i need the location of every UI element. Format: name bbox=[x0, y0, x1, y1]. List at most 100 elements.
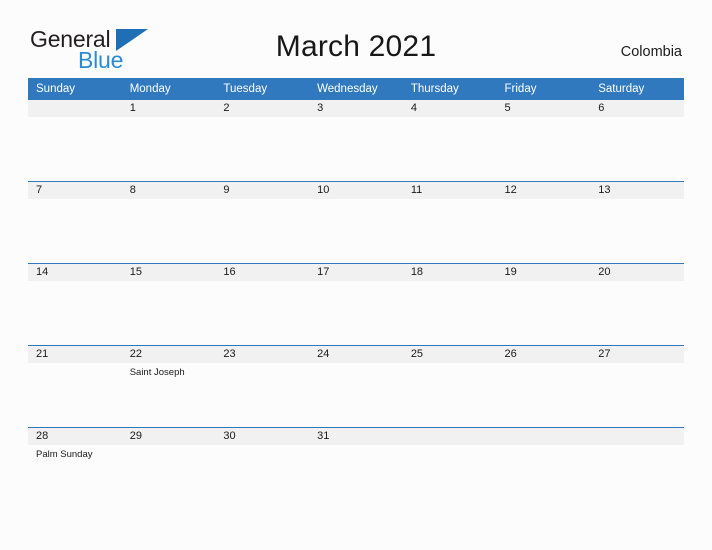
calendar-day-cell[interactable]: 6 bbox=[590, 100, 684, 182]
calendar-day-cell[interactable]: 1 bbox=[121, 100, 216, 182]
day-number: 23 bbox=[215, 346, 310, 363]
calendar-day-cell[interactable]: 15 bbox=[121, 263, 216, 346]
calendar-day-cell[interactable]: 30 bbox=[215, 427, 310, 509]
day-number: 12 bbox=[496, 182, 591, 199]
calendar-day-cell[interactable]: 11 bbox=[402, 181, 497, 264]
day-events: Palm Sunday bbox=[28, 445, 122, 461]
day-number: 5 bbox=[496, 100, 591, 117]
day-cell-inner: 8 bbox=[121, 182, 216, 263]
day-cell-inner: 14 bbox=[28, 264, 122, 345]
day-cell-inner: 4 bbox=[402, 100, 497, 181]
day-cell-inner: 2 bbox=[215, 100, 310, 181]
calendar-day-cell[interactable]: 8 bbox=[121, 181, 216, 264]
calendar-day-cell[interactable] bbox=[28, 100, 122, 182]
calendar-day-cell[interactable]: 16 bbox=[215, 263, 310, 346]
day-cell-inner: 5 bbox=[496, 100, 591, 181]
day-cell-inner: 24 bbox=[309, 346, 403, 427]
day-cell-inner bbox=[402, 428, 497, 509]
calendar-day-cell[interactable]: 25 bbox=[402, 345, 497, 428]
day-number: 1 bbox=[121, 100, 216, 117]
day-number: 20 bbox=[590, 264, 684, 281]
day-cell-inner: 9 bbox=[215, 182, 310, 263]
calendar-day-cell[interactable]: 28 Palm Sunday bbox=[28, 427, 122, 509]
day-number: 7 bbox=[28, 182, 122, 199]
day-cell-inner: 21 bbox=[28, 346, 122, 427]
calendar-day-cell[interactable]: 4 bbox=[402, 100, 497, 182]
day-number: 9 bbox=[215, 182, 310, 199]
calendar-day-cell[interactable]: 14 bbox=[28, 263, 122, 346]
calendar-day-cell[interactable]: 10 bbox=[309, 181, 403, 264]
day-number: 16 bbox=[215, 264, 310, 281]
weekday-header-monday: Monday bbox=[121, 78, 216, 100]
calendar-day-cell[interactable]: 19 bbox=[496, 263, 591, 346]
day-cell-inner bbox=[590, 428, 684, 509]
day-cell-inner: 3 bbox=[309, 100, 403, 181]
calendar-day-cell[interactable] bbox=[402, 427, 497, 509]
calendar-day-cell[interactable]: 23 bbox=[215, 345, 310, 428]
day-cell-inner: 12 bbox=[496, 182, 591, 263]
day-number bbox=[590, 428, 684, 445]
day-cell-inner: 19 bbox=[496, 264, 591, 345]
weekday-header-thursday: Thursday bbox=[402, 78, 497, 100]
calendar-week-row: 7 8 9 10 11 12 13 bbox=[28, 181, 684, 264]
calendar-day-cell[interactable]: 26 bbox=[496, 345, 591, 428]
day-number: 4 bbox=[402, 100, 497, 117]
calendar-day-cell[interactable]: 29 bbox=[121, 427, 216, 509]
month-calendar-table: Sunday Monday Tuesday Wednesday Thursday… bbox=[28, 78, 684, 509]
page-header: General Blue March 2021 Colombia bbox=[0, 0, 712, 72]
day-cell-inner: 30 bbox=[215, 428, 310, 509]
day-cell-inner: 26 bbox=[496, 346, 591, 427]
day-cell-inner: 20 bbox=[590, 264, 684, 345]
day-number: 6 bbox=[590, 100, 684, 117]
day-cell-inner: 17 bbox=[309, 264, 403, 345]
day-number: 15 bbox=[121, 264, 216, 281]
weekday-header-saturday: Saturday bbox=[590, 78, 684, 100]
calendar-day-cell[interactable]: 31 bbox=[309, 427, 403, 509]
day-number: 26 bbox=[496, 346, 591, 363]
day-cell-inner: 6 bbox=[590, 100, 684, 181]
day-number: 30 bbox=[215, 428, 310, 445]
day-number: 19 bbox=[496, 264, 591, 281]
country-label: Colombia bbox=[620, 44, 682, 60]
day-number: 25 bbox=[402, 346, 497, 363]
day-number: 11 bbox=[402, 182, 497, 199]
calendar-day-cell[interactable]: 9 bbox=[215, 181, 310, 264]
day-number: 18 bbox=[402, 264, 497, 281]
day-cell-inner: 13 bbox=[590, 182, 684, 263]
day-number: 2 bbox=[215, 100, 310, 117]
calendar-day-cell[interactable]: 24 bbox=[309, 345, 403, 428]
calendar-day-cell[interactable]: 21 bbox=[28, 345, 122, 428]
day-cell-inner: 29 bbox=[121, 428, 216, 509]
day-cell-inner: 31 bbox=[309, 428, 403, 509]
calendar-day-cell[interactable]: 2 bbox=[215, 100, 310, 182]
page-title: March 2021 bbox=[275, 30, 437, 63]
day-number: 24 bbox=[309, 346, 403, 363]
calendar-day-cell[interactable] bbox=[590, 427, 684, 509]
calendar-day-cell[interactable]: 12 bbox=[496, 181, 591, 264]
weekday-header-row: Sunday Monday Tuesday Wednesday Thursday… bbox=[28, 78, 684, 100]
calendar-day-cell[interactable]: 17 bbox=[309, 263, 403, 346]
calendar-day-cell[interactable]: 3 bbox=[309, 100, 403, 182]
day-cell-inner: 22 Saint Joseph bbox=[121, 346, 216, 427]
calendar-day-cell[interactable]: 13 bbox=[590, 181, 684, 264]
day-cell-inner: 15 bbox=[121, 264, 216, 345]
calendar-day-cell[interactable]: 20 bbox=[590, 263, 684, 346]
day-number: 3 bbox=[309, 100, 403, 117]
calendar-day-cell[interactable] bbox=[496, 427, 591, 509]
calendar-day-cell[interactable]: 27 bbox=[590, 345, 684, 428]
day-number: 21 bbox=[28, 346, 122, 363]
holiday-event-label: Saint Joseph bbox=[129, 367, 185, 378]
weekday-header-sunday: Sunday bbox=[28, 78, 122, 100]
day-number: 8 bbox=[121, 182, 216, 199]
day-cell-inner: 7 bbox=[28, 182, 122, 263]
calendar-day-cell[interactable]: 22 Saint Joseph bbox=[121, 345, 216, 428]
calendar-week-row: 21 22 Saint Joseph 23 24 25 26 27 bbox=[28, 345, 684, 428]
calendar-day-cell[interactable]: 18 bbox=[402, 263, 497, 346]
calendar-week-row: 14 15 16 17 18 19 20 bbox=[28, 263, 684, 346]
calendar-day-cell[interactable]: 5 bbox=[496, 100, 591, 182]
day-number: 17 bbox=[309, 264, 403, 281]
calendar-day-cell[interactable]: 7 bbox=[28, 181, 122, 264]
day-number bbox=[28, 100, 122, 117]
day-cell-inner: 18 bbox=[402, 264, 497, 345]
day-cell-inner: 11 bbox=[402, 182, 497, 263]
